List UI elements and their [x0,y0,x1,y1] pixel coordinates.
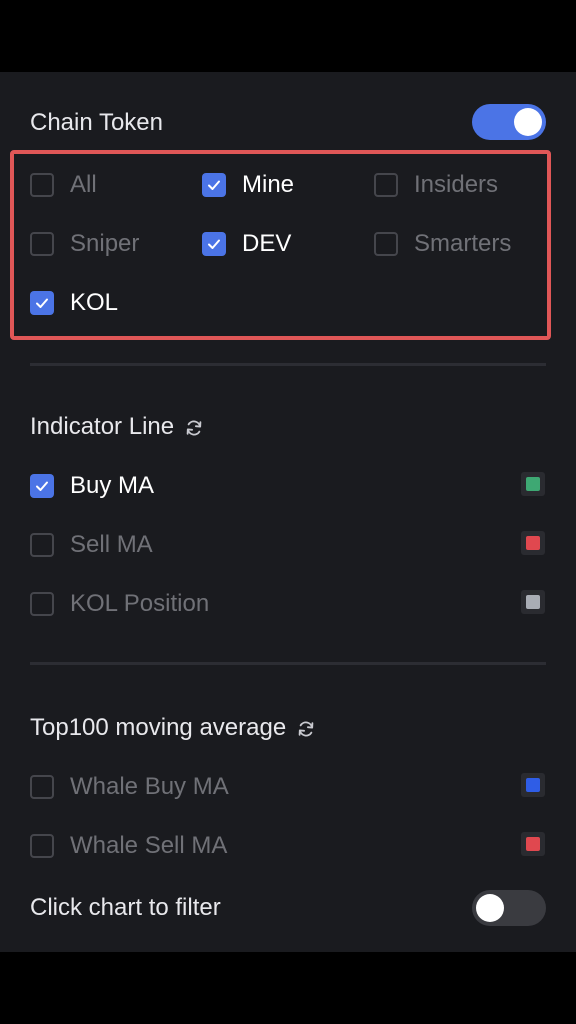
option-insiders[interactable]: Insiders [374,170,498,200]
click-chart-toggle[interactable] [472,890,546,926]
chain-token-title-text: Chain Token [30,109,163,136]
option-dev[interactable]: DEV [202,229,291,259]
click-chart-label-text: Click chart to filter [30,894,221,921]
option-smarters-label: Smarters [414,230,512,257]
indicator-line-title: Indicator Line [30,413,204,441]
toggle-knob [476,894,504,922]
checkbox-unchecked[interactable] [30,775,54,799]
whale-sell-ma-color-swatch[interactable] [521,832,545,856]
option-kol[interactable]: KOL [30,288,118,318]
option-sell-ma-label: Sell MA [70,531,153,558]
option-sell-ma[interactable]: Sell MA [30,530,153,560]
checkbox-checked[interactable] [202,232,226,256]
option-buy-ma[interactable]: Buy MA [30,471,154,501]
swatch-fill [526,477,540,491]
toggle-knob [514,108,542,136]
option-all[interactable]: All [30,170,97,200]
divider [30,662,546,665]
option-sniper-label: Sniper [70,230,140,257]
chain-token-title: Chain Token [30,109,163,137]
checkbox-checked[interactable] [30,474,54,498]
check-icon [36,298,48,308]
checkbox-unchecked[interactable] [30,592,54,616]
chain-token-toggle[interactable] [472,104,546,140]
option-whale-sell-ma-label: Whale Sell MA [70,832,228,859]
option-kol-label: KOL [70,289,119,316]
option-kol-position-label: KOL Position [70,590,210,617]
kol-position-color-swatch[interactable] [521,590,545,614]
checkbox-unchecked[interactable] [30,834,54,858]
checkbox-unchecked[interactable] [30,533,54,557]
indicator-line-title-text: Indicator Line [30,413,175,440]
swatch-fill [526,536,540,550]
check-icon [36,481,48,491]
top100-title: Top100 moving average [30,714,316,742]
divider [30,363,546,366]
check-icon [208,180,220,190]
swatch-fill [526,778,540,792]
swatch-fill [526,837,540,851]
check-icon [208,239,220,249]
option-kol-position[interactable]: KOL Position [30,589,209,619]
sell-ma-color-swatch[interactable] [521,531,545,555]
checkbox-unchecked[interactable] [30,232,54,256]
refresh-icon[interactable] [184,417,204,437]
top100-title-text: Top100 moving average [30,714,287,741]
option-buy-ma-label: Buy MA [70,472,155,499]
checkbox-checked[interactable] [202,173,226,197]
option-whale-buy-ma-label: Whale Buy MA [70,773,229,800]
whale-buy-ma-color-swatch[interactable] [521,773,545,797]
buy-ma-color-swatch[interactable] [521,472,545,496]
swatch-fill [526,595,540,609]
click-chart-label: Click chart to filter [30,894,221,922]
checkbox-unchecked[interactable] [30,173,54,197]
option-whale-sell-ma[interactable]: Whale Sell MA [30,831,227,861]
option-insiders-label: Insiders [414,171,499,198]
option-smarters[interactable]: Smarters [374,229,511,259]
option-mine-label: Mine [242,171,295,198]
option-all-label: All [70,171,97,198]
option-whale-buy-ma[interactable]: Whale Buy MA [30,772,229,802]
checkbox-checked[interactable] [30,291,54,315]
checkbox-unchecked[interactable] [374,232,398,256]
option-dev-label: DEV [242,230,292,257]
option-mine[interactable]: Mine [202,170,294,200]
settings-panel: Chain Token All Mine Insiders Sniper DEV… [0,72,576,952]
checkbox-unchecked[interactable] [374,173,398,197]
refresh-icon[interactable] [296,718,316,738]
option-sniper[interactable]: Sniper [30,229,139,259]
